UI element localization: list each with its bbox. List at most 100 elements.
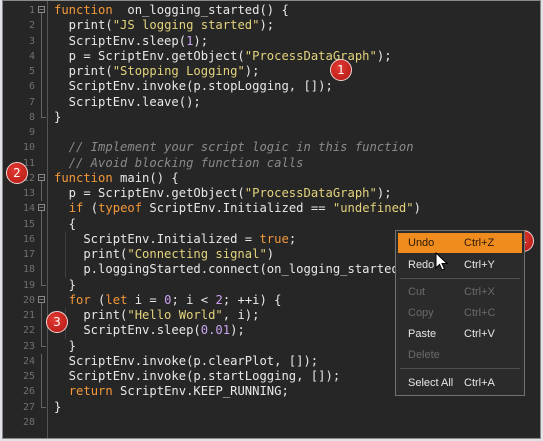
- menu-item-select-all[interactable]: Select All Ctrl+A: [398, 373, 522, 393]
- code-token: , i);: [222, 308, 260, 322]
- code-line[interactable]: 6 ScriptEnv.invoke(p.stopLogging, []);: [3, 79, 540, 95]
- fold-guide: [41, 33, 42, 49]
- code-line[interactable]: 27}: [3, 399, 540, 415]
- code-line[interactable]: 11 // Avoid blocking function calls: [3, 156, 540, 171]
- code-text: function main() {: [54, 171, 179, 186]
- fold-guide: [41, 247, 42, 263]
- code-text: ScriptEnv.invoke(p.stopLogging, []);: [54, 79, 333, 94]
- code-text: for (let i = 0; i < 2; ++i) {: [54, 293, 282, 308]
- code-line[interactable]: 14− if (typeof ScriptEnv.Initialized == …: [3, 201, 540, 218]
- line-number: 19: [22, 279, 35, 291]
- code-token: }: [54, 338, 77, 353]
- code-token: ScriptEnv.Initialized ==: [142, 201, 333, 216]
- fold-guide: [41, 353, 42, 369]
- code-token: ScriptEnv.sleep(: [54, 323, 201, 338]
- code-text: }: [54, 278, 76, 293]
- line-number: 14: [22, 203, 35, 215]
- code-line[interactable]: 12− function main() {: [3, 171, 540, 187]
- menu-item-undo[interactable]: Undo Ctrl+Z: [398, 233, 522, 253]
- fold-end-marker: [41, 338, 46, 347]
- code-text: if (typeof ScriptEnv.Initialized == "und…: [54, 201, 421, 216]
- code-text: print("Connecting signal"): [54, 247, 274, 262]
- code-text: return ScriptEnv.KEEP_RUNNING;: [54, 384, 289, 399]
- code-token: ): [266, 247, 275, 261]
- fold-end-marker: [41, 277, 46, 286]
- code-line[interactable]: 28: [3, 415, 540, 430]
- code-text: }: [54, 339, 76, 354]
- fold-guide: [41, 231, 42, 247]
- line-number: 21: [22, 310, 35, 321]
- code-token: ScriptEnv.leave();: [54, 94, 201, 109]
- string-token: "undefined": [332, 201, 414, 216]
- code-line[interactable]: 9: [3, 125, 540, 140]
- comment-token: // Implement your script logic in this f…: [54, 140, 414, 155]
- fold-toggle-icon[interactable]: −: [38, 173, 45, 181]
- line-number: 4: [28, 50, 35, 62]
- code-token: ScriptEnv.KEEP_RUNNING;: [112, 384, 289, 399]
- code-line[interactable]: 13 p = ScriptEnv.getObject("ProcessDataG…: [3, 186, 540, 202]
- string-token: "Stopping Logging": [112, 64, 245, 78]
- line-number: 17: [22, 249, 35, 260]
- menu-item-shortcut: Ctrl+V: [464, 328, 495, 340]
- code-token: }: [54, 277, 77, 292]
- menu-item-shortcut: Ctrl+Y: [464, 259, 495, 271]
- menu-item-paste[interactable]: Paste Ctrl+V: [398, 324, 522, 344]
- fold-toggle-icon[interactable]: −: [38, 204, 45, 212]
- code-text: }: [54, 400, 61, 415]
- code-text: {: [54, 217, 76, 232]
- keyword-token: for: [68, 292, 91, 307]
- menu-item-shortcut: Ctrl+A: [464, 377, 495, 389]
- code-token: {: [54, 216, 77, 231]
- code-token: p = ScriptEnv.getObject(: [54, 186, 245, 200]
- code-line[interactable]: 4 p = ScriptEnv.getObject("ProcessDataGr…: [3, 48, 540, 64]
- line-number: 24: [22, 355, 35, 367]
- code-line[interactable]: 8}: [3, 109, 540, 125]
- code-token: ScriptEnv.invoke(p.startLogging, []);: [54, 369, 341, 383]
- line-number: 18: [22, 264, 35, 276]
- code-token: ScriptEnv.invoke(p.clearPlot, []);: [54, 353, 319, 368]
- string-token: "ProcessDataGraph": [244, 48, 377, 63]
- code-token: ScriptEnv.invoke(p.stopLogging, []);: [54, 79, 333, 94]
- number-token: 0.01: [200, 323, 231, 338]
- menu-item-copy[interactable]: Copy Ctrl+C: [398, 303, 522, 323]
- line-number: 22: [22, 325, 35, 337]
- code-text: print("JS logging started");: [54, 18, 274, 33]
- keyword-token: let: [105, 292, 128, 307]
- fold-guide: [41, 308, 42, 324]
- code-line[interactable]: 7 ScriptEnv.leave();: [3, 94, 540, 110]
- fold-guide: [41, 369, 42, 385]
- menu-item-cut[interactable]: Cut Ctrl+X: [398, 282, 522, 302]
- keyword-token: function: [54, 3, 113, 17]
- code-text: p.loggingStarted.connect(on_logging_star…: [54, 262, 413, 277]
- fold-toggle-icon[interactable]: −: [38, 295, 45, 303]
- code-line[interactable]: 3 ScriptEnv.sleep(1);: [3, 33, 540, 49]
- code-line[interactable]: 2 print("JS logging started");: [3, 18, 540, 34]
- code-text: // Implement your script logic in this f…: [54, 140, 414, 155]
- code-text: ScriptEnv.invoke(p.clearPlot, []);: [54, 354, 318, 369]
- fold-guide: [41, 64, 42, 80]
- menu-item-delete[interactable]: Delete: [398, 345, 522, 365]
- code-line[interactable]: 5 print("Stopping Logging");: [3, 64, 540, 80]
- code-line[interactable]: 10 // Implement your script logic in thi…: [3, 140, 540, 155]
- code-text: function on_logging_started() {: [54, 3, 289, 18]
- menu-item-redo[interactable]: Redo Ctrl+Y: [398, 255, 522, 275]
- code-token: );: [259, 18, 275, 33]
- code-text: ScriptEnv.leave();: [54, 95, 201, 110]
- code-token: p = ScriptEnv.getObject(: [54, 48, 245, 63]
- number-token: 2: [215, 292, 223, 307]
- string-token: "ProcessDataGraph": [244, 186, 377, 200]
- line-number: 9: [28, 127, 35, 138]
- code-token: main() {: [112, 170, 179, 185]
- string-token: "Connecting signal": [127, 247, 267, 261]
- menu-item-label: Copy: [408, 307, 434, 319]
- menu-item-label: Cut: [408, 286, 426, 298]
- fold-guide: [41, 384, 42, 400]
- line-number: 6: [28, 81, 35, 93]
- line-number: 26: [22, 386, 35, 398]
- code-token: print(: [54, 64, 113, 78]
- code-text: ScriptEnv.Initialized = true;: [54, 232, 296, 247]
- fold-guide: [41, 48, 42, 64]
- fold-toggle-icon[interactable]: −: [38, 6, 45, 14]
- code-line[interactable]: 1− function on_logging_started() {: [3, 3, 540, 19]
- keyword-token: return: [68, 384, 113, 399]
